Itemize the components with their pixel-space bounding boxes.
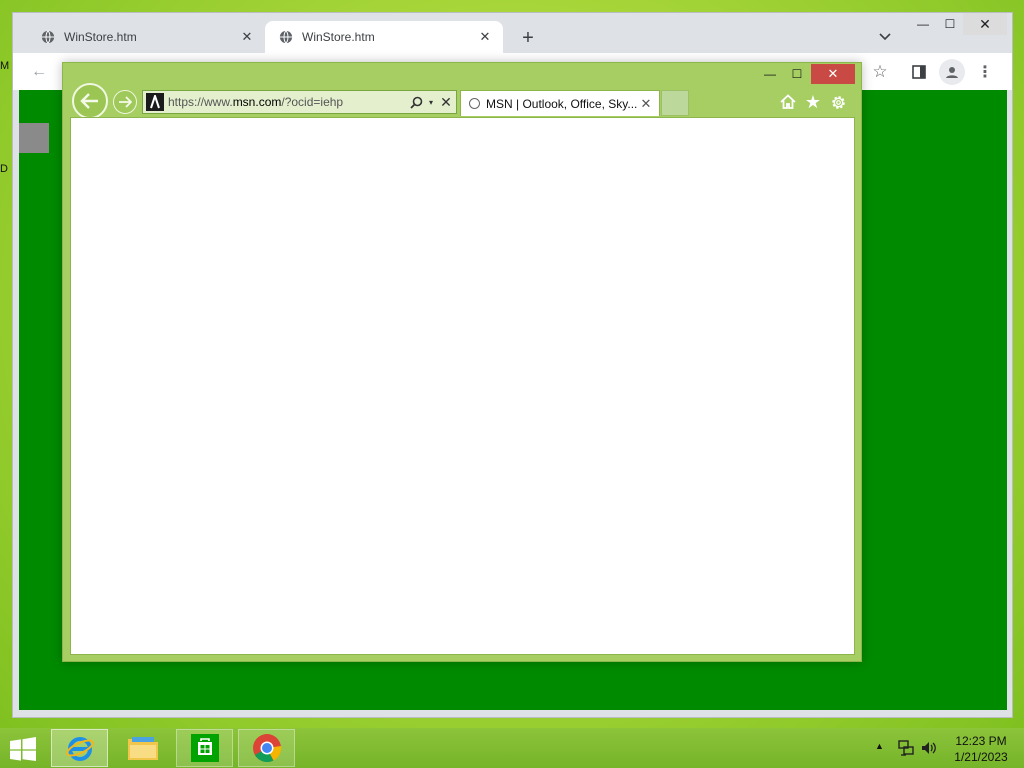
minimize-button[interactable]: — [909, 13, 937, 35]
ie-page-content [70, 117, 855, 655]
url-prefix: https://www. [168, 95, 233, 109]
tab-search-button[interactable] [875, 27, 895, 47]
chrome-tabstrip: WinStore.htm ✕ WinStore.htm ✕ + — ☐ ✕ [13, 13, 1012, 53]
ie-back-button[interactable] [72, 83, 108, 119]
system-clock[interactable]: 12:23 PM 1/21/2023 [948, 733, 1014, 765]
url-domain: msn.com [232, 95, 282, 109]
tab-title: WinStore.htm [302, 30, 375, 44]
new-tab-button[interactable]: + [516, 26, 540, 50]
store-icon [190, 734, 219, 762]
internet-explorer-icon [65, 737, 94, 761]
taskbar-store[interactable] [176, 729, 233, 767]
loading-spinner-icon [469, 98, 480, 109]
taskbar-internet-explorer[interactable] [51, 729, 108, 767]
globe-icon [279, 30, 293, 44]
clock-date: 1/21/2023 [954, 750, 1008, 764]
ie-close-button[interactable]: ✕ [811, 64, 855, 84]
side-panel-icon[interactable] [907, 60, 931, 84]
folder-icon [127, 737, 158, 760]
tab-close-icon[interactable]: ✕ [477, 29, 493, 45]
stop-loading-button[interactable]: ✕ [436, 94, 456, 111]
globe-icon [41, 30, 55, 44]
close-button[interactable]: ✕ [963, 13, 1007, 35]
desktop-icon-label-fragment: D [0, 163, 8, 175]
ie-window: — ☐ ✕ https://www.msn.com/?ocid=iehp ▾ ✕… [62, 62, 862, 662]
ie-tab-close-icon[interactable]: ✕ [639, 96, 653, 112]
ie-maximize-button[interactable]: ☐ [785, 64, 809, 84]
url-suffix: /?ocid=iehp [281, 95, 344, 109]
tab-title: WinStore.htm [64, 30, 137, 44]
ie-tab-title: MSN | Outlook, Office, Sky... [486, 96, 638, 111]
clock-time: 12:23 PM [955, 734, 1007, 748]
start-button[interactable] [6, 734, 40, 764]
address-dropdown-icon[interactable]: ▾ [426, 98, 436, 107]
home-icon[interactable] [778, 92, 798, 112]
ie-tab-msn[interactable]: MSN | Outlook, Office, Sky... ✕ [460, 90, 660, 116]
windows-logo-icon [10, 737, 36, 761]
search-icon[interactable] [408, 96, 424, 109]
profile-avatar-icon[interactable] [939, 59, 965, 85]
taskbar-file-explorer[interactable] [114, 729, 171, 767]
network-icon[interactable] [897, 739, 915, 757]
chrome-tab-winstore-2[interactable]: WinStore.htm ✕ [265, 21, 503, 53]
chevron-down-icon [879, 33, 891, 41]
taskbar-chrome[interactable] [238, 729, 295, 767]
ie-forward-button[interactable] [113, 90, 137, 114]
kebab-menu-icon[interactable]: ⋮ [975, 60, 995, 84]
show-hidden-icons-button[interactable]: ▲ [875, 741, 884, 751]
page-placeholder-block [19, 123, 49, 153]
favorites-star-icon[interactable]: ★ [803, 92, 823, 112]
chrome-tab-winstore-1[interactable]: WinStore.htm ✕ [27, 21, 265, 53]
ie-new-tab-button[interactable] [661, 90, 689, 116]
taskbar: ▲ 12:23 PM 1/21/2023 [0, 728, 1024, 768]
back-button[interactable]: ← [27, 60, 51, 84]
site-favicon-icon [146, 93, 164, 111]
tab-close-icon[interactable]: ✕ [239, 29, 255, 45]
arrow-left-icon [80, 93, 98, 109]
ie-minimize-button[interactable]: — [758, 64, 782, 84]
bookmark-star-icon[interactable]: ☆ [868, 60, 892, 84]
desktop-icon-label-fragment: M [0, 60, 10, 72]
arrow-right-icon [119, 96, 132, 108]
chrome-icon [252, 734, 281, 763]
ie-address-bar[interactable]: https://www.msn.com/?ocid=iehp ▾ ✕ [142, 90, 457, 114]
volume-icon[interactable] [920, 739, 938, 757]
gear-icon[interactable] [828, 92, 848, 112]
maximize-button[interactable]: ☐ [936, 13, 964, 35]
address-url[interactable]: https://www.msn.com/?ocid=iehp [168, 95, 408, 109]
